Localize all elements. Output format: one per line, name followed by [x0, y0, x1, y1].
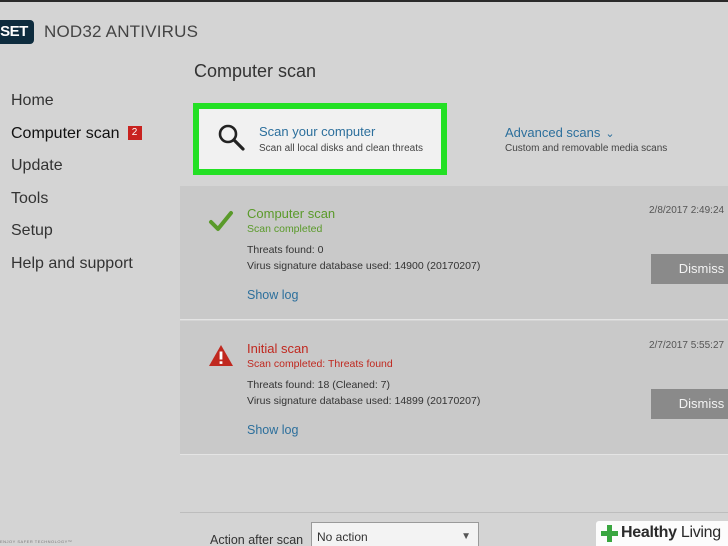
sidebar-item-label: Home [11, 92, 54, 109]
advanced-scans-subtitle: Custom and removable media scans [505, 143, 668, 154]
plus-logo-icon [601, 525, 618, 542]
sidebar-item-help-and-support[interactable]: Help and support [11, 255, 133, 273]
scan-result-card: Initial scan Scan completed: Threats fou… [180, 321, 728, 455]
threats-found-text: Threats found: 0 [247, 244, 324, 256]
signature-database-text: Virus signature database used: 14899 (20… [247, 395, 481, 407]
main-panel: Computer scan Scan your computer Scan al… [180, 60, 728, 546]
dismiss-button[interactable]: Dismiss [651, 254, 728, 284]
signature-database-text: Virus signature database used: 14900 (20… [247, 260, 481, 272]
checkmark-icon [209, 211, 233, 231]
select-value: No action [317, 530, 368, 544]
sidebar-item-home[interactable]: Home [11, 92, 54, 110]
scan-timestamp: 2/7/2017 5:55:27 [649, 340, 725, 351]
eset-logo: SET [0, 20, 34, 44]
sidebar-item-label: Help and support [11, 255, 133, 272]
show-log-link[interactable]: Show log [247, 423, 298, 437]
dismiss-button[interactable]: Dismiss [651, 389, 728, 419]
action-after-scan-label: Action after scan [210, 533, 304, 546]
scan-your-computer-option[interactable]: Scan your computer Scan all local disks … [193, 103, 447, 175]
scan-result-status: Scan completed [247, 223, 323, 235]
sidebar-item-label: Update [11, 157, 63, 174]
watermark-text: Healthy Living [621, 524, 721, 542]
sidebar-item-label: Tools [11, 190, 49, 207]
scan-result-title: Computer scan [247, 206, 336, 221]
healthy-living-watermark: Healthy Living [596, 521, 728, 546]
scan-option-subtitle: Scan all local disks and clean threats [259, 143, 423, 154]
scan-result-card: Computer scan Scan completed Threats fou… [180, 186, 728, 320]
sidebar-item-update[interactable]: Update [11, 157, 63, 175]
magnifier-icon [218, 124, 245, 151]
warning-icon [209, 345, 233, 366]
threats-found-text: Threats found: 18 (Cleaned: 7) [247, 379, 391, 391]
action-after-scan-select[interactable]: No action ▼ [311, 522, 479, 546]
sidebar-footer-tagline: ENJOY SAFER TECHNOLOGY™ [0, 539, 73, 544]
scan-timestamp: 2/8/2017 2:49:24 [649, 205, 725, 216]
sidebar-item-setup[interactable]: Setup [11, 222, 53, 240]
notification-badge: 2 [127, 126, 142, 140]
watermark-brand-light: Living [680, 524, 721, 541]
scan-option-title: Scan your computer [259, 124, 376, 139]
advanced-scans-dropdown[interactable]: Advanced scans ⌄ [505, 125, 615, 140]
sidebar-item-label: Setup [11, 222, 53, 239]
sidebar-item-tools[interactable]: Tools [11, 190, 48, 208]
page-title: Computer scan [194, 61, 317, 81]
chevron-down-icon: ⌄ [605, 128, 615, 140]
advanced-scans-label: Advanced scans [505, 125, 601, 140]
sidebar-item-computer-scan[interactable]: Computer scan 2 [11, 125, 142, 143]
chevron-down-icon: ▼ [461, 531, 471, 542]
scan-result-status: Scan completed: Threats found [247, 358, 393, 370]
app-title: NOD32 ANTIVIRUS [44, 22, 199, 41]
watermark-brand-bold: Healthy [621, 524, 677, 541]
scan-result-title: Initial scan [247, 341, 309, 356]
show-log-link[interactable]: Show log [247, 288, 298, 302]
sidebar-item-label: Computer scan [11, 125, 120, 142]
sidebar: Home Computer scan 2 Update Tools Setup H… [0, 60, 180, 546]
title-bar: SET NOD32 ANTIVIRUS [0, 0, 728, 60]
